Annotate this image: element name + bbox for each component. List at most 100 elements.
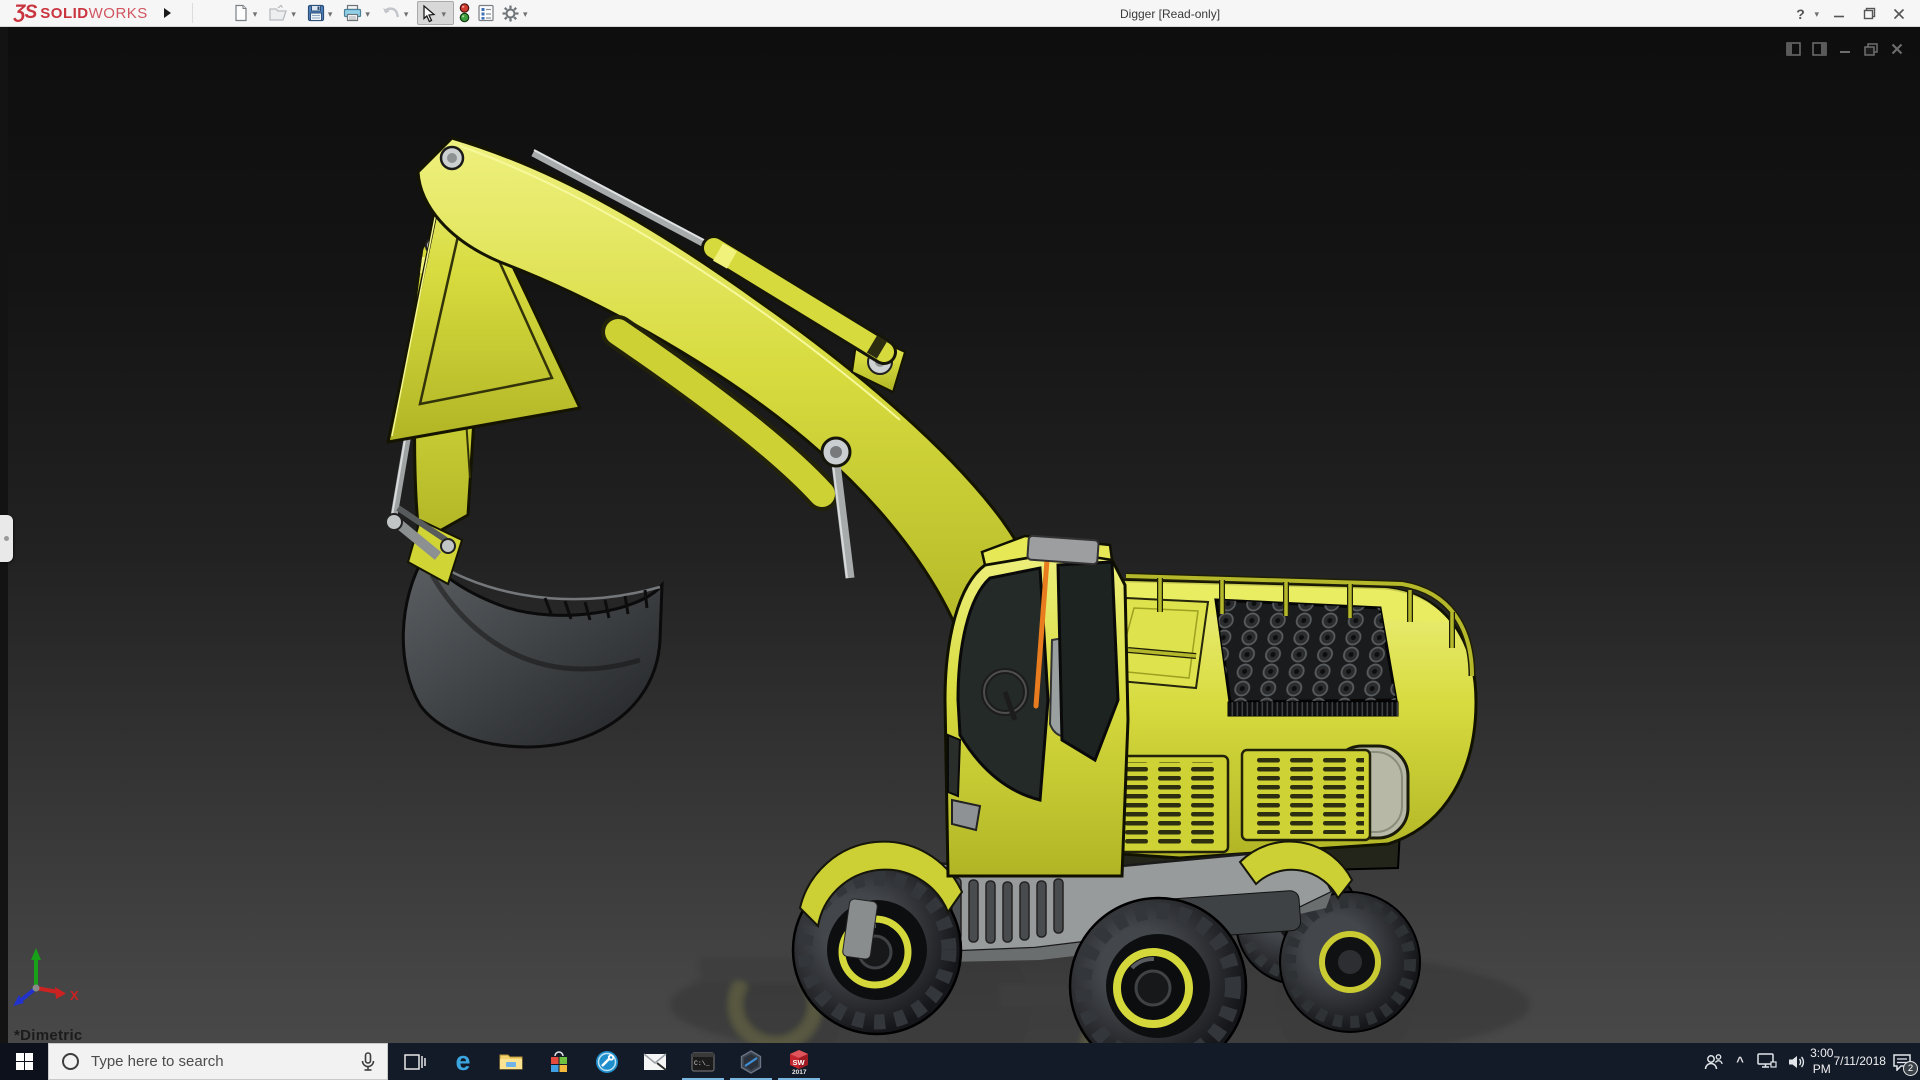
solidworks-logo: ƷS SOLID WORKS	[0, 0, 158, 26]
utility-settings-icon	[596, 1050, 618, 1073]
new-document-button[interactable]: ▾	[230, 1, 265, 25]
orientation-triad: X	[13, 948, 79, 1006]
solidworks-app-button[interactable]: SW 2017	[775, 1043, 823, 1080]
window-controls: ? ▾	[1789, 0, 1914, 27]
start-button[interactable]	[0, 1043, 48, 1080]
sw-icon-year: 2017	[792, 1069, 807, 1075]
chassis-vent-slats	[951, 877, 1064, 944]
volume-button[interactable]	[1782, 1043, 1812, 1080]
store-button[interactable]	[535, 1043, 583, 1080]
network-icon	[1757, 1053, 1777, 1068]
mail-icon	[643, 1052, 667, 1071]
store-icon	[551, 1050, 567, 1072]
select-tool-button[interactable]: ▾	[417, 1, 454, 25]
doc-pane-right-button[interactable]	[1806, 39, 1832, 59]
open-document-caret-icon[interactable]: ▾	[291, 9, 296, 19]
edge-icon: e	[455, 1046, 471, 1076]
open-document-button[interactable]: ▾	[266, 1, 303, 25]
taskbar-app-icons: e C:\_ SW 2017	[391, 1043, 823, 1080]
brand-works-text: WORKS	[88, 4, 148, 22]
speaker-icon	[1788, 1055, 1804, 1068]
close-icon	[1893, 8, 1905, 19]
printer-icon	[344, 4, 362, 22]
file-properties-button[interactable]	[475, 1, 497, 25]
restore-icon	[1863, 7, 1875, 20]
graphics-viewport[interactable]: X *Dimetric	[0, 27, 1920, 1044]
file-explorer-button[interactable]	[487, 1043, 535, 1080]
people-button[interactable]	[1698, 1043, 1728, 1080]
print-button[interactable]: ▾	[341, 1, 377, 25]
doc-pane-left-button[interactable]	[1780, 39, 1806, 59]
window-title: Digger [Read-only]	[1120, 6, 1221, 21]
excavator-model[interactable]	[385, 136, 1478, 1043]
view-orientation-label: *Dimetric	[14, 1027, 83, 1044]
quick-access-toolbar: ▾ ▾ ▾ ▾ ▾ ▾ ▾	[229, 0, 536, 26]
help-caret-icon[interactable]: ▾	[1814, 10, 1819, 19]
doc-restore-icon	[1864, 42, 1878, 56]
flyout-arrow-icon	[164, 8, 172, 18]
cad-utility-hexagon-icon	[740, 1049, 762, 1074]
chevron-up-icon: ^	[1736, 1054, 1744, 1069]
undo-button[interactable]: ▾	[379, 1, 416, 25]
cad-utility-button[interactable]	[727, 1043, 775, 1080]
utility-settings-button[interactable]	[583, 1043, 631, 1080]
save-caret-icon[interactable]: ▾	[328, 9, 333, 19]
edge-button[interactable]: e	[439, 1043, 487, 1080]
task-view-button[interactable]	[391, 1043, 439, 1080]
new-document-icon	[235, 4, 247, 22]
microphone-icon[interactable]	[361, 1051, 375, 1072]
rebuild-button[interactable]	[456, 1, 473, 25]
feature-manager-collapsed-tab[interactable]	[0, 515, 13, 562]
people-icon	[1704, 1053, 1723, 1069]
command-prompt-button[interactable]: C:\_	[679, 1043, 727, 1080]
windows-logo-icon	[15, 1053, 33, 1070]
restore-button[interactable]	[1854, 0, 1884, 27]
windows-taskbar: Type here to search e C:\_ SW 2017 ^ 3:0…	[0, 1043, 1920, 1080]
action-center-button[interactable]: 2	[1884, 1043, 1920, 1080]
menu-flyout-button[interactable]	[158, 2, 178, 24]
options-button[interactable]: ▾	[499, 1, 535, 25]
search-placeholder-text: Type here to search	[91, 1053, 224, 1070]
cortana-icon	[62, 1053, 79, 1070]
document-window-controls	[1780, 39, 1910, 59]
save-button[interactable]: ▾	[305, 1, 340, 25]
pane-left-icon	[1785, 42, 1801, 56]
brand-glyph-icon: ƷS	[14, 2, 37, 23]
print-caret-icon[interactable]: ▾	[365, 9, 370, 19]
doc-close-button[interactable]	[1884, 39, 1910, 59]
taskbar-search-input[interactable]: Type here to search	[48, 1043, 388, 1080]
task-view-icon	[404, 1053, 426, 1070]
tray-overflow-button[interactable]: ^	[1728, 1043, 1752, 1080]
network-button[interactable]	[1752, 1043, 1782, 1080]
title-bar: ƷS SOLID WORKS ▾ ▾ ▾ ▾ ▾ ▾ ▾ Digger [Rea…	[0, 0, 1920, 27]
help-button[interactable]: ?	[1789, 0, 1811, 27]
mail-button[interactable]	[631, 1043, 679, 1080]
open-folder-icon	[269, 4, 288, 21]
minimize-button[interactable]	[1824, 0, 1854, 27]
select-tool-caret-icon[interactable]: ▾	[441, 9, 446, 19]
doc-restore-button[interactable]	[1858, 39, 1884, 59]
brand-solid-text: SOLID	[40, 4, 89, 22]
excavator-cab[interactable]	[943, 534, 1130, 878]
triad-x-label: X	[70, 988, 79, 1003]
clock-time: 3:00 PM	[1810, 1045, 1834, 1076]
close-button[interactable]	[1884, 0, 1914, 27]
options-caret-icon[interactable]: ▾	[523, 9, 528, 19]
file-properties-icon	[478, 4, 494, 22]
doc-minimize-icon	[1840, 51, 1850, 53]
notification-badge: 2	[1903, 1061, 1918, 1076]
new-document-caret-icon[interactable]: ▾	[253, 9, 258, 19]
clock-date: 7/11/2018	[1833, 1053, 1886, 1068]
taskbar-clock[interactable]: 3:00 PM 7/11/2018	[1810, 1043, 1886, 1080]
doc-minimize-button[interactable]	[1832, 39, 1858, 59]
excavator-boom[interactable]	[386, 136, 1054, 664]
system-tray: ^ 3:00 PM 7/11/2018 2	[1698, 1043, 1920, 1080]
excavator-bucket[interactable]	[385, 505, 664, 749]
toolbar-separator	[191, 3, 193, 23]
sw-icon-text: SW	[793, 1058, 806, 1067]
undo-caret-icon[interactable]: ▾	[404, 9, 409, 19]
cmd-prompt-text: C:\_	[694, 1060, 710, 1067]
help-icon: ?	[1796, 5, 1805, 22]
model-canvas[interactable]: X	[0, 27, 1920, 1043]
engine-radiator	[1214, 598, 1399, 717]
